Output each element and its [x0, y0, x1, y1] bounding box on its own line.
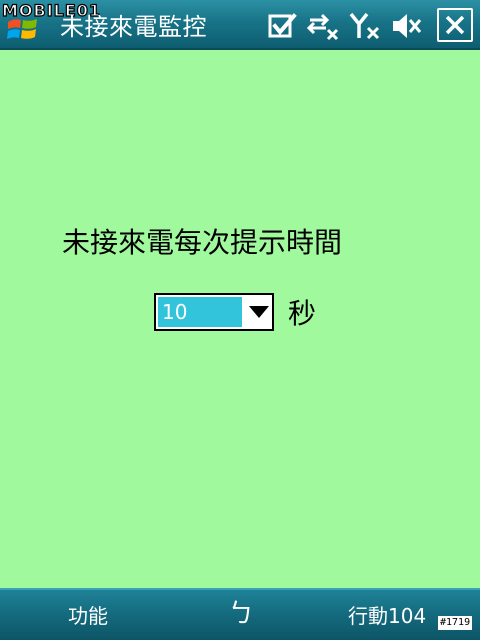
softkey-bar: 功能 ㄅ 行動104 #1719 [0, 588, 480, 640]
softkey-mobile[interactable]: 行動104 [348, 602, 426, 630]
unit-label: 秒 [288, 297, 317, 330]
interval-select[interactable]: 10 [154, 293, 274, 331]
input-method-button[interactable]: ㄅ [226, 596, 256, 632]
title-bar: MOBILE01 未接來電監控 [0, 0, 480, 50]
settings-content: 未接來電每次提示時間 10 秒 [0, 52, 480, 588]
signal-off-icon[interactable] [348, 10, 382, 42]
dropdown-arrow-icon[interactable] [248, 305, 270, 319]
app-title: 未接來電監控 [60, 13, 207, 41]
reference-tag: #1719 [438, 616, 473, 630]
prompt-label: 未接來電每次提示時間 [62, 226, 343, 259]
softkey-menu[interactable]: 功能 [68, 602, 108, 630]
close-button[interactable] [437, 8, 473, 42]
ok-check-icon[interactable] [266, 10, 300, 42]
interval-select-value: 10 [158, 297, 242, 327]
close-icon [445, 15, 465, 35]
connectivity-icon[interactable] [306, 10, 340, 42]
speaker-muted-icon[interactable] [390, 10, 424, 42]
